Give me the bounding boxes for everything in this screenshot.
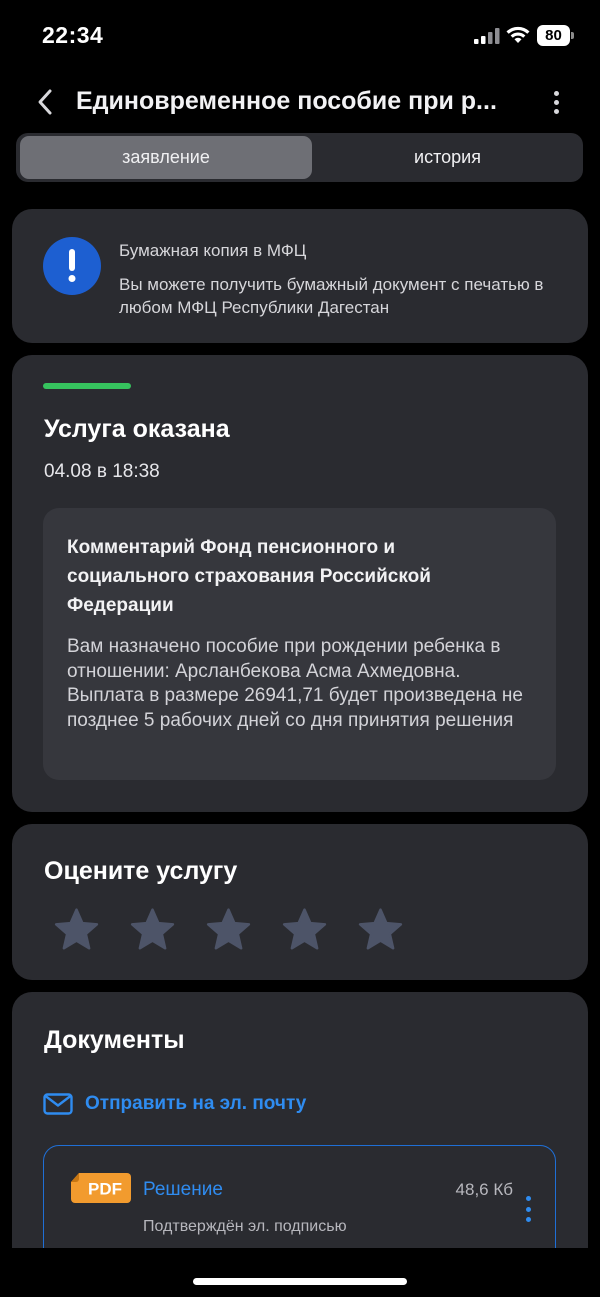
tab-application[interactable]: заявление [20, 136, 312, 179]
document-more-button[interactable] [521, 1196, 535, 1222]
header: Единовременное пособие при р... [0, 76, 600, 128]
battery-tip [571, 32, 574, 39]
star-icon[interactable] [52, 906, 101, 955]
tab-bar: заявление история [16, 133, 583, 182]
info-title: Бумажная копия в МФЦ [119, 241, 307, 260]
comment-text: Вам назначено пособие при рождении ребен… [67, 636, 523, 731]
more-vertical-icon-dot [525, 1196, 531, 1201]
status-time: 22:34 [42, 22, 104, 48]
battery-level: 80 [545, 27, 562, 44]
star-icon[interactable] [356, 906, 405, 955]
documents-title: Документы [44, 1026, 185, 1054]
star-rating [52, 906, 405, 956]
page-title: Единовременное пособие при р... [76, 87, 497, 115]
home-indicator[interactable] [193, 1278, 407, 1285]
comment-box: Комментарий Фонд пенсионного и социально… [43, 508, 556, 780]
status-date: 04.08 в 18:38 [44, 461, 160, 482]
wifi-icon [506, 26, 530, 43]
star-icon[interactable] [280, 906, 329, 955]
paper-copy-card: Бумажная копия в МФЦ Вы можете получить … [12, 209, 588, 343]
more-options-button[interactable] [543, 86, 569, 118]
pdf-badge-label: PDF [88, 1180, 122, 1199]
service-status-card: Услуга оказана 04.08 в 18:38 Комментарий… [12, 355, 588, 812]
mail-icon [43, 1093, 73, 1115]
battery-indicator: 80 [537, 25, 574, 46]
send-email-button[interactable]: Отправить на эл. почту [43, 1090, 306, 1118]
pdf-file-icon: PDF [71, 1173, 131, 1203]
more-vertical-icon-dot [553, 99, 559, 105]
rating-card: Оцените услугу [12, 824, 588, 980]
more-vertical-icon-dot [553, 108, 559, 114]
tab-history[interactable]: история [316, 136, 579, 179]
info-text: Вы можете получить бумажный документ с п… [119, 275, 544, 317]
more-vertical-icon-dot [525, 1206, 531, 1212]
comment-title: Комментарий Фонд пенсионного и социально… [67, 537, 431, 616]
star-icon[interactable] [128, 906, 177, 955]
back-button[interactable] [30, 86, 60, 118]
status-bar: 22:34 80 [0, 0, 600, 72]
cellular-signal-icon [474, 28, 500, 44]
status-title: Услуга оказана [44, 415, 230, 443]
more-vertical-icon-dot [525, 1217, 531, 1222]
rating-title: Оцените услугу [44, 857, 238, 885]
bottom-safe-area [0, 1248, 600, 1297]
document-name[interactable]: Решение [143, 1179, 223, 1201]
exclamation-icon [43, 237, 101, 295]
status-progress-bar [43, 383, 131, 389]
document-signature-status: Подтверждён эл. подписью [143, 1218, 347, 1235]
document-size: 48,6 Кб [455, 1180, 513, 1199]
chevron-left-icon [38, 89, 52, 115]
send-email-label: Отправить на эл. почту [85, 1093, 307, 1114]
more-vertical-icon-dot [553, 90, 559, 96]
star-icon[interactable] [204, 906, 253, 955]
